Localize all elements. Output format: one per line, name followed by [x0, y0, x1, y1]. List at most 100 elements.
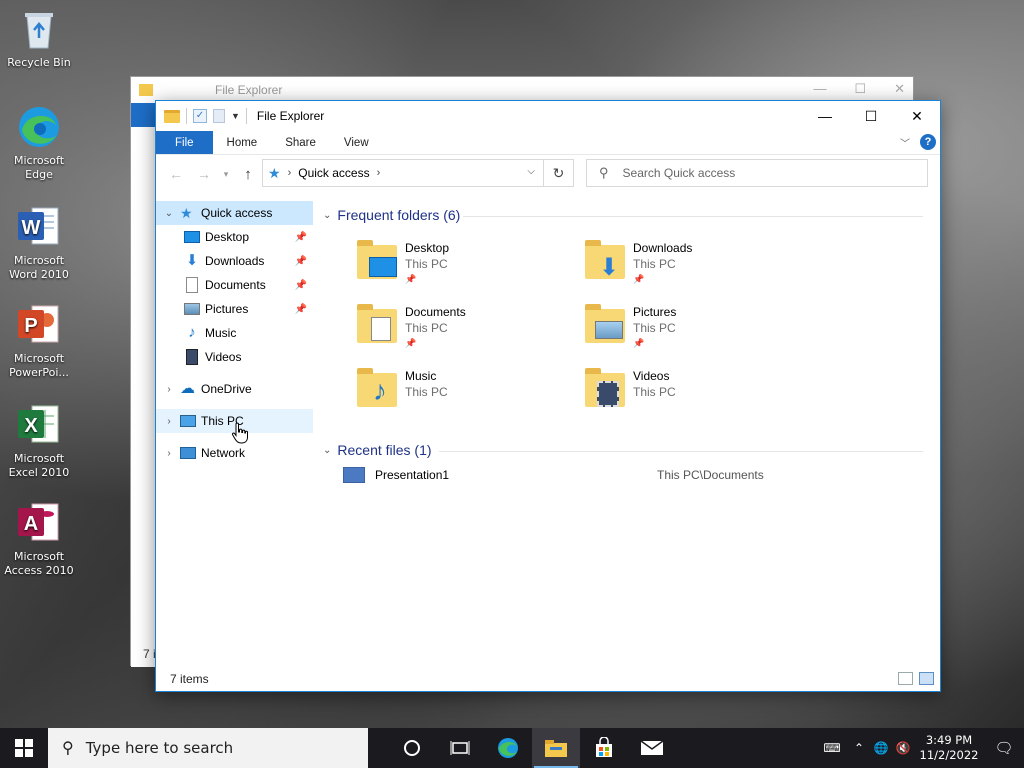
recent-file-row[interactable]: Presentation1 This PC\Documents — [343, 465, 943, 485]
close-button[interactable]: ✕ — [894, 101, 940, 131]
taskbar-store[interactable] — [580, 728, 628, 768]
folder-tile-videos[interactable]: Videos This PC — [585, 368, 805, 425]
chevron-right-icon[interactable]: › — [162, 416, 176, 427]
recent-files-header[interactable]: ⌄ Recent files (1) — [323, 442, 432, 458]
folder-tile-downloads[interactable]: ⬇ Downloads This PC 📌 — [585, 240, 805, 297]
file-explorer-window[interactable]: ✓ ▼ File Explorer — ☐ ✕ File Home Share … — [155, 100, 941, 692]
folder-tile-pictures[interactable]: Pictures This PC 📌 — [585, 304, 805, 361]
clock[interactable]: 3:49 PM 11/2/2022 — [914, 733, 984, 763]
taskbar-edge[interactable] — [484, 728, 532, 768]
tab-share[interactable]: Share — [271, 131, 330, 154]
chevron-down-icon[interactable]: ⌵ — [527, 166, 535, 177]
presentation-file-icon — [343, 467, 365, 483]
chevron-down-icon[interactable]: ▼ — [231, 111, 240, 121]
expand-ribbon-icon[interactable]: ﹀ — [900, 135, 910, 150]
pin-icon[interactable]: 📌 — [295, 304, 307, 315]
desktop-icon-recycle-bin[interactable]: Recycle Bin — [4, 6, 74, 70]
chevron-right-icon[interactable]: › — [288, 167, 292, 179]
music-icon: ♪ — [188, 324, 196, 341]
recycle-bin-icon — [16, 6, 62, 52]
task-view-icon — [450, 741, 470, 755]
nav-item-pictures[interactable]: Pictures 📌 — [156, 297, 313, 321]
tab-home[interactable]: Home — [213, 131, 272, 154]
nav-item-downloads[interactable]: ⬇ Downloads 📌 — [156, 249, 313, 273]
properties-icon[interactable]: ✓ — [193, 109, 207, 123]
cortana-icon — [404, 740, 420, 756]
pin-icon[interactable]: 📌 — [295, 256, 307, 267]
frequent-folders-header[interactable]: ⌄ Frequent folders (6) — [323, 207, 460, 223]
chevron-right-icon[interactable]: › — [162, 384, 176, 395]
folder-location: This PC — [405, 385, 448, 399]
refresh-button[interactable]: ↻ — [544, 159, 574, 187]
keyboard-icon[interactable]: ⌨ — [816, 741, 848, 755]
tab-view[interactable]: View — [330, 131, 383, 154]
folder-name: Music — [405, 369, 437, 383]
pin-icon[interactable]: 📌 — [295, 280, 307, 291]
nav-item-desktop[interactable]: Desktop 📌 — [156, 225, 313, 249]
search-input[interactable] — [622, 166, 903, 180]
network-globe-icon[interactable]: 🌐 — [870, 741, 892, 755]
nav-item-documents[interactable]: Documents 📌 — [156, 273, 313, 297]
chevron-right-icon[interactable]: › — [377, 167, 381, 179]
maximize-icon[interactable]: ☐ — [854, 81, 866, 97]
chevron-down-icon[interactable]: ⌄ — [323, 210, 331, 221]
nav-item-quick-access[interactable]: ⌄ ★ Quick access — [156, 201, 313, 225]
large-icons-view-icon[interactable] — [919, 672, 934, 685]
desktop-icon-word[interactable]: W Microsoft Word 2010 — [4, 204, 74, 282]
recent-locations-icon[interactable]: ▾ — [218, 169, 234, 180]
folder-tile-desktop[interactable]: Desktop This PC 📌 — [357, 240, 577, 297]
desktop-icon-powerpoint[interactable]: P Microsoft PowerPoi... — [4, 302, 74, 380]
chevron-right-icon[interactable]: › — [162, 448, 176, 459]
maximize-button[interactable]: ☐ — [848, 101, 894, 131]
svg-text:P: P — [24, 315, 37, 337]
minimize-icon[interactable]: — — [813, 81, 826, 97]
start-button[interactable] — [0, 728, 48, 768]
documents-icon — [186, 277, 198, 293]
nav-item-onedrive[interactable]: › ☁ OneDrive — [156, 377, 313, 401]
background-window-controls: — ☐ ✕ — [813, 81, 905, 97]
taskbar-search-box[interactable]: ⚲ Type here to search — [48, 728, 368, 768]
nav-item-music[interactable]: ♪ Music — [156, 321, 313, 345]
svg-text:A: A — [24, 513, 38, 535]
network-icon — [180, 447, 196, 459]
taskbar-file-explorer[interactable] — [532, 728, 580, 768]
forward-arrow-icon[interactable]: → — [190, 166, 218, 182]
folder-tile-music[interactable]: ♪ Music This PC — [357, 368, 577, 425]
desktop-icon-label: Microsoft Access 2010 — [4, 550, 74, 577]
task-view-button[interactable] — [436, 728, 484, 768]
chevron-down-icon[interactable]: ⌄ — [323, 445, 331, 456]
desktop-icon-access[interactable]: A Microsoft Access 2010 — [4, 500, 74, 578]
desktop-icon-excel[interactable]: X Microsoft Excel 2010 — [4, 402, 74, 480]
background-file-tab[interactable] — [131, 103, 155, 127]
taskbar-mail[interactable] — [628, 728, 676, 768]
this-pc-icon — [180, 415, 196, 427]
volume-muted-icon[interactable]: 🔇 — [892, 741, 914, 755]
pin-icon: 📌 — [633, 338, 645, 348]
close-icon[interactable]: ✕ — [894, 81, 905, 97]
hand-cursor-icon — [231, 422, 248, 444]
taskbar: ⚲ Type here to search ⌨ ⌃ 🌐 🔇 3:49 PM 11… — [0, 728, 1024, 768]
nav-item-network[interactable]: › Network — [156, 441, 313, 465]
window-titlebar[interactable]: ✓ ▼ File Explorer — ☐ ✕ — [156, 101, 940, 131]
new-folder-icon[interactable] — [213, 109, 225, 123]
cortana-button[interactable] — [388, 728, 436, 768]
chevron-up-icon[interactable]: ⌃ — [848, 741, 870, 755]
notifications-icon[interactable]: 🗨 — [984, 739, 1024, 757]
tab-file[interactable]: File — [156, 131, 213, 154]
minimize-button[interactable]: — — [802, 101, 848, 131]
mail-icon — [640, 740, 664, 755]
pin-icon[interactable]: 📌 — [295, 232, 307, 243]
address-bar[interactable]: ★ › Quick access › ⌵ — [262, 159, 544, 187]
details-view-icon[interactable] — [898, 672, 913, 685]
search-box[interactable]: ⚲ — [586, 159, 928, 187]
back-arrow-icon[interactable]: ← — [162, 166, 190, 182]
desktop-icon-edge[interactable]: Microsoft Edge — [4, 104, 74, 182]
folder-tile-documents[interactable]: Documents This PC 📌 — [357, 304, 577, 361]
help-icon[interactable]: ? — [920, 134, 936, 150]
nav-item-videos[interactable]: Videos — [156, 345, 313, 369]
chevron-down-icon[interactable]: ⌄ — [162, 208, 176, 219]
pin-icon: 📌 — [405, 338, 417, 348]
breadcrumb-quick-access[interactable]: Quick access — [298, 166, 369, 180]
up-arrow-icon[interactable]: ↑ — [234, 166, 262, 183]
nav-label: OneDrive — [201, 382, 252, 396]
